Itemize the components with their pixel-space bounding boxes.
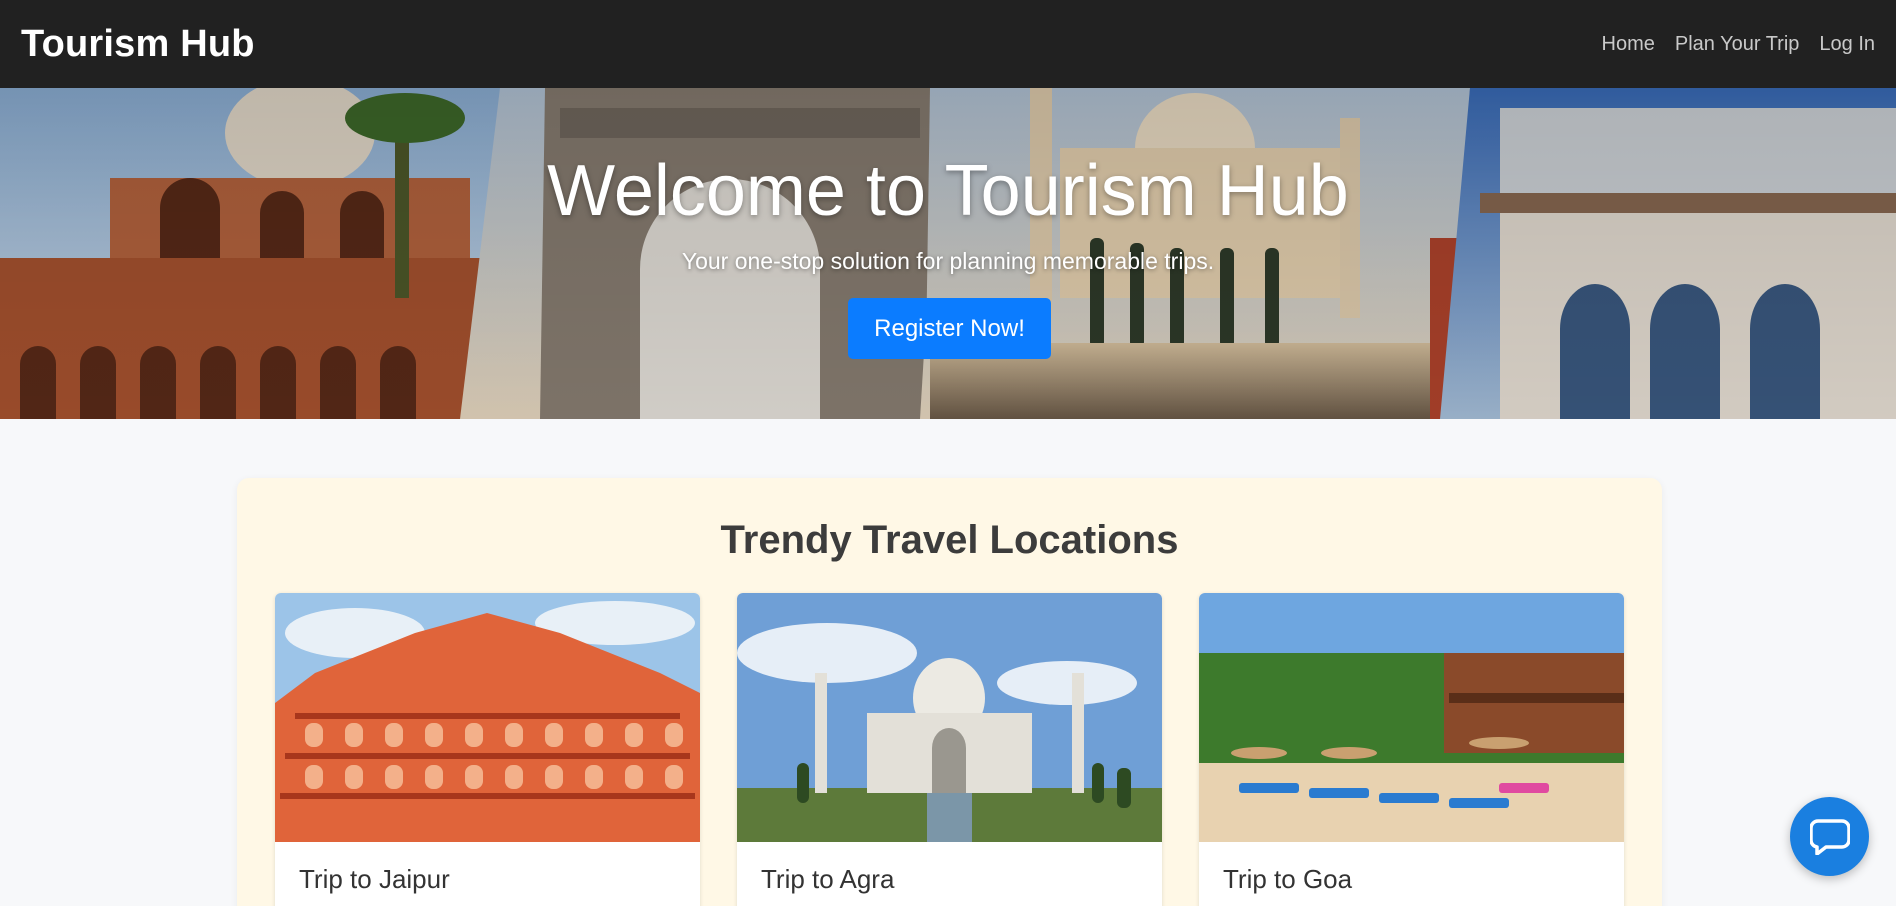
card-title[interactable]: Trip to Jaipur	[299, 864, 450, 895]
nav-link-plan-your-trip[interactable]: Plan Your Trip	[1675, 33, 1800, 56]
jaipur-image	[275, 593, 700, 842]
chat-button[interactable]	[1790, 797, 1869, 876]
register-now-button[interactable]: Register Now!	[848, 298, 1051, 359]
card-title[interactable]: Trip to Agra	[761, 864, 894, 895]
trending-locations-section: Trendy Travel Locations Trip to Jaipur T…	[237, 478, 1662, 906]
hero-subtitle: Your one-stop solution for planning memo…	[681, 248, 1215, 274]
location-card-agra[interactable]: Trip to Agra	[737, 593, 1162, 906]
top-navbar: Tourism Hub Home Plan Your Trip Log In	[0, 0, 1896, 88]
agra-image	[737, 593, 1162, 842]
hero-banner: Welcome to Tourism Hub Your one-stop sol…	[0, 88, 1896, 419]
hero-content: Welcome to Tourism Hub Your one-stop sol…	[0, 88, 1896, 419]
brand-logo[interactable]: Tourism Hub	[21, 23, 255, 66]
nav-links: Home Plan Your Trip Log In	[1602, 33, 1876, 56]
location-card-jaipur[interactable]: Trip to Jaipur	[275, 593, 700, 906]
hero-title: Welcome to Tourism Hub	[547, 151, 1349, 231]
card-title[interactable]: Trip to Goa	[1223, 864, 1352, 895]
nav-link-home[interactable]: Home	[1602, 33, 1655, 56]
nav-link-log-in[interactable]: Log In	[1819, 33, 1875, 56]
section-title: Trendy Travel Locations	[720, 518, 1179, 562]
location-card-goa[interactable]: Trip to Goa	[1199, 593, 1624, 906]
chat-bubble-icon	[1810, 819, 1850, 855]
goa-image	[1199, 593, 1624, 842]
